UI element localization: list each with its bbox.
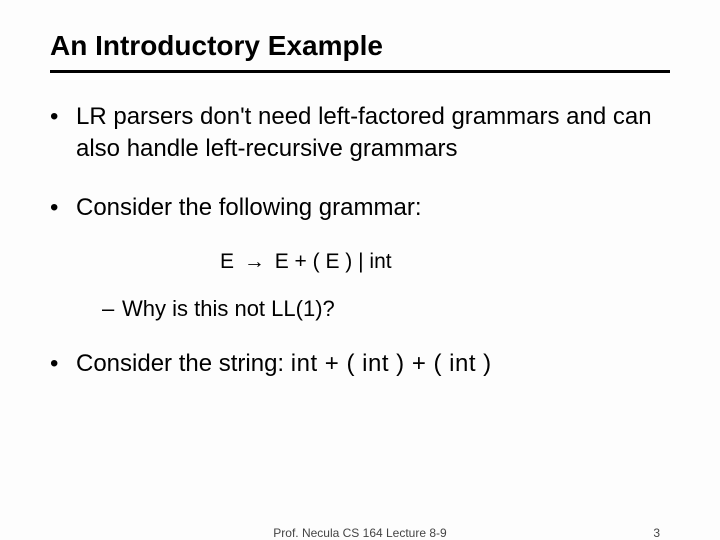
sub-bullet-item: Why is this not LL(1)? xyxy=(102,296,670,322)
bullet-list: LR parsers don't need left-factored gram… xyxy=(50,101,670,224)
title-rule xyxy=(50,70,670,73)
bullet-prefix: Consider the string: xyxy=(76,350,291,377)
bullet-list-2: Consider the string: int + ( int ) + ( i… xyxy=(50,348,670,380)
bullet-item: Consider the following grammar: xyxy=(50,192,670,224)
slide: An Introductory Example LR parsers don't… xyxy=(0,0,720,540)
grammar-line: E → E + ( E ) | int xyxy=(220,250,670,274)
footer-center: Prof. Necula CS 164 Lecture 8-9 xyxy=(273,526,446,540)
grammar-lhs: E xyxy=(220,250,234,273)
grammar-rhs: E + ( E ) | int xyxy=(275,250,392,273)
arrow-icon: → xyxy=(244,250,265,274)
bullet-item: LR parsers don't need left-factored gram… xyxy=(50,101,670,166)
page-number: 3 xyxy=(653,526,660,540)
bullet-item: Consider the string: int + ( int ) + ( i… xyxy=(50,348,670,380)
slide-title: An Introductory Example xyxy=(50,30,670,62)
example-string: int + ( int ) + ( int ) xyxy=(291,350,492,377)
